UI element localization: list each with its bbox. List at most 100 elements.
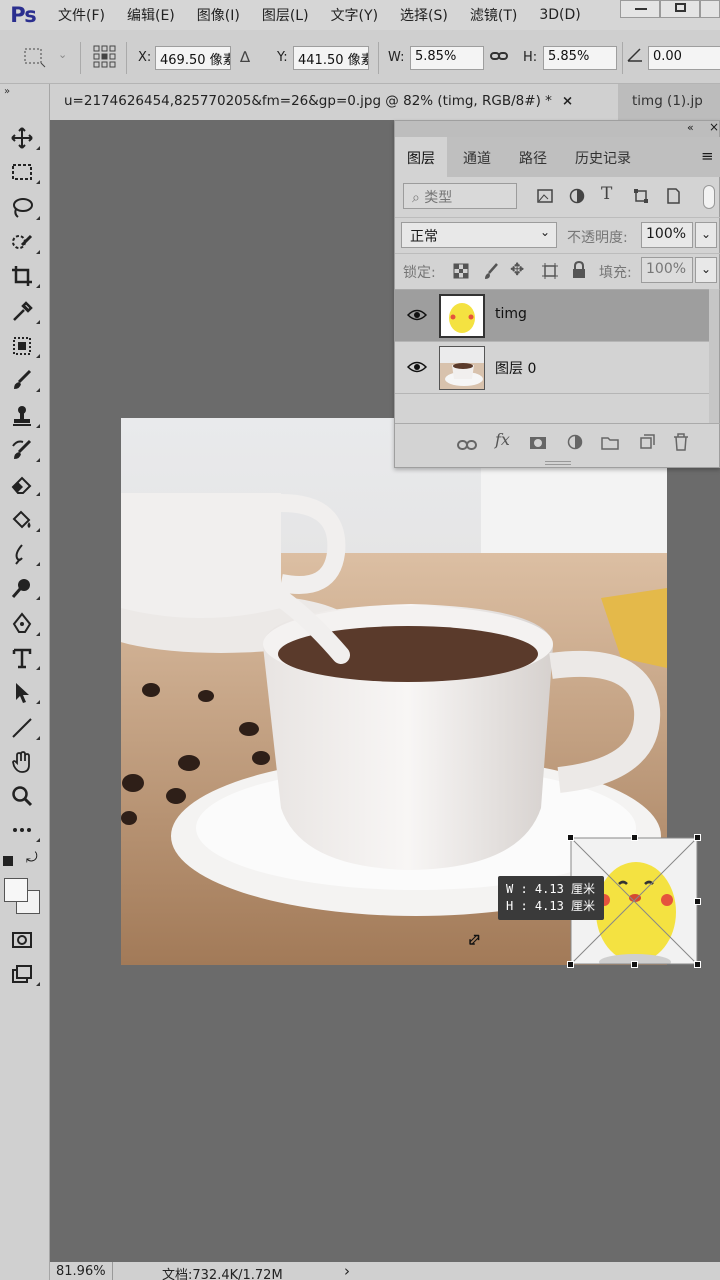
fill-dropdown-icon[interactable]: ⌄	[695, 257, 717, 283]
menu-3d[interactable]: 3D(D)	[539, 7, 580, 23]
opacity-field[interactable]: 100%	[641, 222, 693, 248]
filter-toggle[interactable]	[703, 185, 715, 209]
dodge-tool-icon[interactable]	[8, 574, 40, 602]
healing-brush-tool-icon[interactable]	[8, 332, 40, 360]
lock-all-icon[interactable]	[571, 260, 587, 283]
quick-mask-icon[interactable]	[8, 926, 36, 954]
type-tool-icon[interactable]	[8, 644, 40, 672]
angle-field[interactable]: 0.00	[648, 46, 720, 70]
menu-type[interactable]: 文字(Y)	[331, 5, 378, 25]
swap-colors-icon[interactable]: ⤾	[26, 850, 38, 866]
quick-select-tool-icon[interactable]	[8, 228, 40, 256]
tab-document-timg[interactable]: timg (1).jp	[618, 84, 720, 120]
hand-tool-icon[interactable]	[8, 748, 36, 776]
transform-handle[interactable]	[694, 834, 701, 841]
panel-menu-icon[interactable]: ≡	[701, 147, 714, 165]
menu-layer[interactable]: 图层(L)	[262, 5, 309, 25]
reference-grid-icon[interactable]	[92, 44, 118, 74]
layer-row-layer0[interactable]: 图层 0	[395, 342, 709, 394]
collapse-panel-icon[interactable]: «	[687, 121, 694, 134]
angle-icon[interactable]	[626, 46, 644, 68]
menu-edit[interactable]: 编辑(E)	[127, 5, 175, 25]
y-field[interactable]: 441.50 像素	[293, 46, 369, 70]
menu-image[interactable]: 图像(I)	[197, 5, 240, 25]
transform-handle[interactable]	[567, 961, 574, 968]
trash-icon[interactable]	[673, 433, 689, 455]
eye-icon[interactable]	[406, 307, 428, 326]
close-icon[interactable]: ×	[562, 93, 573, 109]
h-field[interactable]: 5.85%	[543, 46, 617, 70]
link-icon[interactable]	[490, 48, 508, 68]
zoom-level[interactable]: 81.96%	[56, 1264, 106, 1279]
menu-filter[interactable]: 滤镜(T)	[470, 5, 517, 25]
filter-kind-select[interactable]: ⌕ 类型	[403, 183, 517, 209]
blend-mode-select[interactable]: 正常 ⌄	[401, 222, 557, 248]
tab-channels[interactable]: 通道	[451, 137, 503, 177]
adjustment-layer-icon[interactable]	[567, 434, 583, 454]
lock-artboard-icon[interactable]	[541, 262, 559, 284]
tab-history[interactable]: 历史记录	[563, 137, 643, 177]
lasso-tool-icon[interactable]	[8, 194, 40, 222]
link-layers-icon[interactable]	[457, 436, 477, 455]
menu-select[interactable]: 选择(S)	[400, 5, 448, 25]
transform-handle[interactable]	[567, 834, 574, 841]
layer-list-scrollbar[interactable]	[709, 289, 719, 423]
delta-icon[interactable]: ∆	[240, 48, 250, 66]
x-field[interactable]: 469.50 像素	[155, 46, 231, 70]
close-window-button[interactable]	[700, 0, 720, 18]
panel-resize-grip[interactable]	[545, 461, 571, 465]
type-filter-icon[interactable]: T	[601, 184, 612, 204]
zoom-tool-icon[interactable]	[8, 782, 36, 810]
lock-position-icon[interactable]: ✥	[510, 260, 524, 280]
foreground-color-swatch[interactable]	[4, 878, 28, 902]
minimize-button[interactable]	[620, 0, 660, 18]
transform-handle[interactable]	[631, 834, 638, 841]
eye-icon[interactable]	[406, 359, 428, 378]
line-tool-icon[interactable]	[8, 714, 40, 742]
adjustment-filter-icon[interactable]	[569, 188, 585, 208]
layer-name[interactable]: timg	[495, 306, 527, 322]
transform-handle[interactable]	[631, 961, 638, 968]
layer-name[interactable]: 图层 0	[495, 358, 536, 378]
image-filter-icon[interactable]	[537, 188, 553, 207]
new-group-icon[interactable]	[601, 435, 619, 454]
transform-handle[interactable]	[694, 898, 701, 905]
crop-tool-icon[interactable]	[8, 262, 40, 290]
paint-bucket-tool-icon[interactable]	[8, 506, 40, 534]
fill-field[interactable]: 100%	[641, 257, 693, 283]
move-tool-icon[interactable]	[8, 124, 40, 152]
new-layer-icon[interactable]	[639, 434, 655, 454]
lock-pixels-icon[interactable]	[483, 262, 499, 284]
tab-layers[interactable]: 图层	[395, 137, 447, 177]
chevron-down-icon[interactable]: ⌄	[58, 48, 67, 61]
clone-stamp-tool-icon[interactable]	[8, 402, 40, 430]
eyedropper-tool-icon[interactable]	[8, 298, 40, 326]
smart-object-filter-icon[interactable]	[665, 188, 681, 208]
more-tools-icon[interactable]	[8, 816, 40, 844]
add-mask-icon[interactable]	[529, 435, 547, 454]
tab-paths[interactable]: 路径	[507, 137, 559, 177]
maximize-button[interactable]	[660, 0, 700, 18]
screen-mode-icon[interactable]	[8, 960, 40, 988]
w-field[interactable]: 5.85%	[410, 46, 484, 70]
close-panel-icon[interactable]: ×	[709, 120, 719, 134]
transform-handle[interactable]	[694, 961, 701, 968]
menu-file[interactable]: 文件(F)	[58, 5, 105, 25]
fx-icon[interactable]: fx	[495, 430, 510, 449]
blur-tool-icon[interactable]	[8, 540, 40, 568]
status-menu-arrow[interactable]: ›	[344, 1262, 350, 1280]
eraser-tool-icon[interactable]	[8, 470, 40, 498]
default-colors-icon[interactable]	[3, 856, 13, 866]
brush-tool-icon[interactable]	[8, 366, 40, 394]
tab-document-active[interactable]: u=2174626454,825770205&fm=26&gp=0.jpg @ …	[50, 84, 618, 120]
lock-transparent-icon[interactable]	[453, 263, 469, 283]
marquee-tool-icon[interactable]	[8, 158, 40, 186]
collapse-icon[interactable]: »	[4, 86, 10, 97]
reference-point-icon[interactable]	[22, 46, 48, 72]
shape-filter-icon[interactable]	[633, 188, 649, 208]
layer-row-timg[interactable]: timg	[395, 290, 709, 342]
pen-tool-icon[interactable]	[8, 610, 40, 638]
history-brush-tool-icon[interactable]	[8, 436, 40, 464]
path-selection-tool-icon[interactable]	[8, 678, 40, 706]
opacity-dropdown-icon[interactable]: ⌄	[695, 222, 717, 248]
